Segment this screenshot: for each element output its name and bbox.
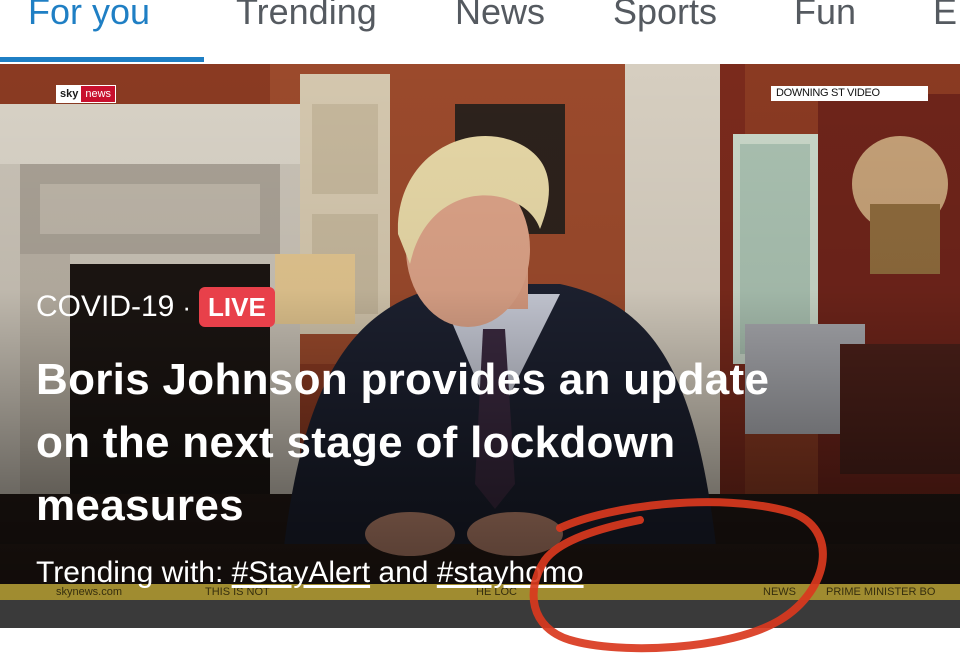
category-label: COVID-19 (36, 290, 175, 323)
hashtag-stayalert[interactable]: #StayAlert (232, 556, 370, 589)
text-overlay-gradient (0, 64, 960, 628)
card-bottom-strip (0, 600, 960, 628)
trending-prefix: Trending with: (36, 556, 224, 589)
story-kicker: COVID-19 · LIVE (36, 287, 275, 327)
tab-more[interactable]: E (933, 0, 957, 34)
separator-dot: · (182, 291, 192, 322)
story-headline[interactable]: Boris Johnson provides an update on the … (36, 348, 816, 537)
tab-trending[interactable]: Trending (236, 0, 377, 34)
tab-for-you[interactable]: For you (28, 0, 150, 34)
tab-news[interactable]: News (455, 0, 545, 34)
active-tab-indicator (0, 57, 204, 62)
live-badge: LIVE (199, 287, 275, 327)
hero-story-card[interactable]: sky news DOWNING ST VIDEO COVID-19 · LIV… (0, 64, 960, 628)
trending-conjunction: and (378, 556, 429, 589)
trending-hashtags: Trending with: #StayAlert and #stayhomo (36, 553, 584, 593)
category-tab-bar: For you Trending News Sports Fun E (0, 0, 960, 66)
sky-news-logo: sky news (56, 85, 117, 103)
source-caption: DOWNING ST VIDEO (771, 86, 928, 101)
hashtag-stayhomo[interactable]: #stayhomo (437, 556, 584, 589)
tab-fun[interactable]: Fun (794, 0, 856, 34)
ticker-text-3: NEWS (763, 586, 796, 598)
tab-sports[interactable]: Sports (613, 0, 717, 34)
ticker-text-4: PRIME MINISTER BO (826, 586, 936, 598)
